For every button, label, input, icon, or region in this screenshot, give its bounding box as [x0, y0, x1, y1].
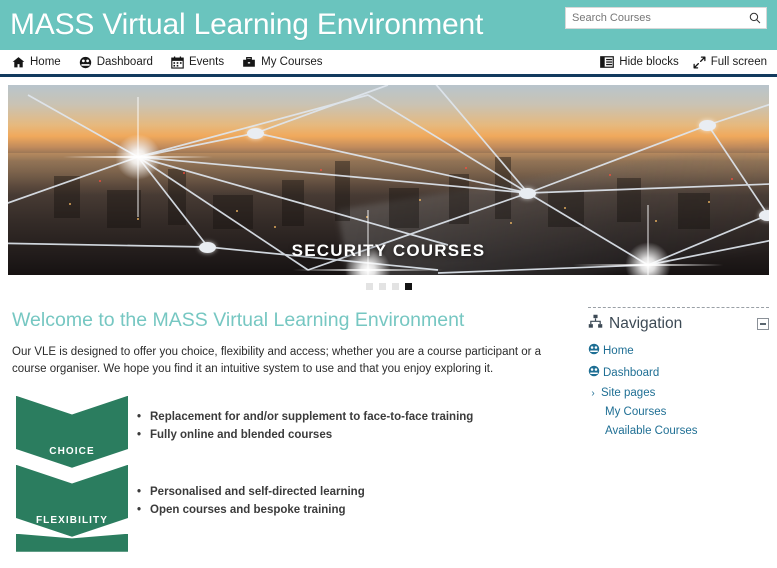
list-item: My Courses [588, 406, 769, 418]
nav-link-label: My Courses [605, 406, 667, 418]
page-title: MASS Virtual Learning Environment [10, 8, 484, 41]
chevron-choice: CHOICE [16, 395, 128, 468]
carousel-caption: SECURITY COURSES [291, 241, 486, 260]
nav-label: Full screen [710, 56, 767, 68]
dashboard-icon [588, 365, 600, 380]
carousel-indicator-2[interactable] [378, 282, 386, 290]
chevron-label: CHOICE [49, 445, 95, 457]
nav-link-site-pages[interactable]: › Site pages [588, 387, 769, 399]
carousel-slide-security-courses: SECURITY COURSES [8, 85, 769, 275]
full-screen-icon [693, 55, 706, 69]
nav-label: Events [188, 56, 225, 68]
navigation-block: Navigation Home Dashboard › Site pages M… [588, 307, 769, 437]
nav-link-label: Dashboard [603, 366, 660, 379]
list-item: Home [588, 343, 769, 358]
nav-link-label: Site pages [601, 387, 656, 399]
site-header: MASS Virtual Learning Environment [0, 0, 777, 50]
list-item: › Site pages [588, 387, 769, 399]
chevron-label: FLEXIBILITY [35, 514, 109, 526]
dashboard-icon [588, 343, 600, 358]
calendar-icon [171, 55, 184, 69]
list-item: Dashboard [588, 365, 769, 380]
nav-label: Home [30, 56, 61, 68]
nav-link-dashboard[interactable]: Dashboard [588, 365, 769, 380]
home-icon [12, 56, 25, 69]
nav-item-events[interactable]: Events [165, 55, 236, 69]
search-box[interactable] [565, 7, 767, 29]
search-button[interactable] [749, 12, 761, 24]
nav-item-full-screen[interactable]: Full screen [679, 55, 767, 69]
nav-label: Dashboard [96, 56, 153, 68]
nav-link-label: Available Courses [605, 425, 698, 437]
navigation-block-title: Navigation [609, 315, 683, 332]
network-node [247, 128, 264, 139]
nav-link-available-courses[interactable]: Available Courses [588, 425, 769, 437]
search-icon [749, 12, 761, 27]
sidebar: Navigation Home Dashboard › Site pages M… [588, 303, 769, 556]
welcome-paragraph: Our VLE is designed to offer you choice,… [12, 346, 542, 376]
chevron-flexibility: FLEXIBILITY [16, 464, 128, 537]
carousel-indicators [8, 277, 769, 295]
navbar-left-group: Home Dashboard Events My Courses [6, 55, 334, 69]
collapse-block-button[interactable] [757, 318, 769, 330]
carousel-indicator-4[interactable] [404, 282, 412, 290]
bullet-item: Open courses and bespoke training [137, 503, 536, 519]
nav-item-hide-blocks[interactable]: Hide blocks [586, 56, 679, 68]
chevron-column: CHOICE FLEXIBILITY [16, 395, 128, 552]
nav-item-my-courses[interactable]: My Courses [236, 56, 334, 69]
vle-benefits-infographic: CHOICE FLEXIBILITY Replacement for and/o… [12, 395, 552, 556]
nav-label: My Courses [261, 56, 323, 68]
network-node [519, 188, 536, 199]
page-body: Welcome to the MASS Virtual Learning Env… [0, 295, 777, 556]
network-node [759, 210, 769, 221]
carousel-indicator-3[interactable] [391, 282, 399, 290]
chevron-right-icon[interactable]: › [588, 388, 598, 399]
bullets-choice: Replacement for and/or supplement to fac… [136, 410, 536, 447]
main-navbar: Home Dashboard Events My Courses Hide bl… [0, 50, 777, 77]
sitemap-icon [588, 314, 603, 334]
main-content: Welcome to the MASS Virtual Learning Env… [8, 303, 578, 556]
nav-item-home[interactable]: Home [6, 56, 73, 69]
bullet-item: Fully online and blended courses [137, 428, 536, 444]
network-node [699, 120, 716, 131]
dashboard-icon [79, 56, 92, 69]
briefcase-icon [242, 56, 256, 69]
bullet-item: Replacement for and/or supplement to fac… [137, 410, 536, 426]
nav-link-home[interactable]: Home [588, 343, 769, 358]
navigation-block-header: Navigation [588, 314, 769, 334]
lens-flare [115, 134, 161, 180]
search-input[interactable] [572, 9, 749, 27]
list-item: Available Courses [588, 425, 769, 437]
carousel-indicator-1[interactable] [365, 282, 373, 290]
hide-blocks-icon [600, 56, 615, 68]
bullet-item: Personalised and self-directed learning [137, 485, 536, 501]
nav-link-label: Home [603, 344, 634, 357]
nav-item-dashboard[interactable]: Dashboard [73, 56, 165, 69]
navbar-right-group: Hide blocks Full screen [586, 55, 767, 69]
nav-link-my-courses[interactable]: My Courses [588, 406, 769, 418]
welcome-heading: Welcome to the MASS Virtual Learning Env… [12, 309, 465, 331]
hero-carousel[interactable]: SECURITY COURSES [8, 85, 769, 275]
bullets-flexibility: Personalised and self-directed learning … [136, 485, 536, 522]
carousel-region: SECURITY COURSES [0, 77, 777, 295]
nav-label: Hide blocks [619, 56, 679, 68]
navigation-list: Home Dashboard › Site pages My Courses A… [588, 343, 769, 437]
